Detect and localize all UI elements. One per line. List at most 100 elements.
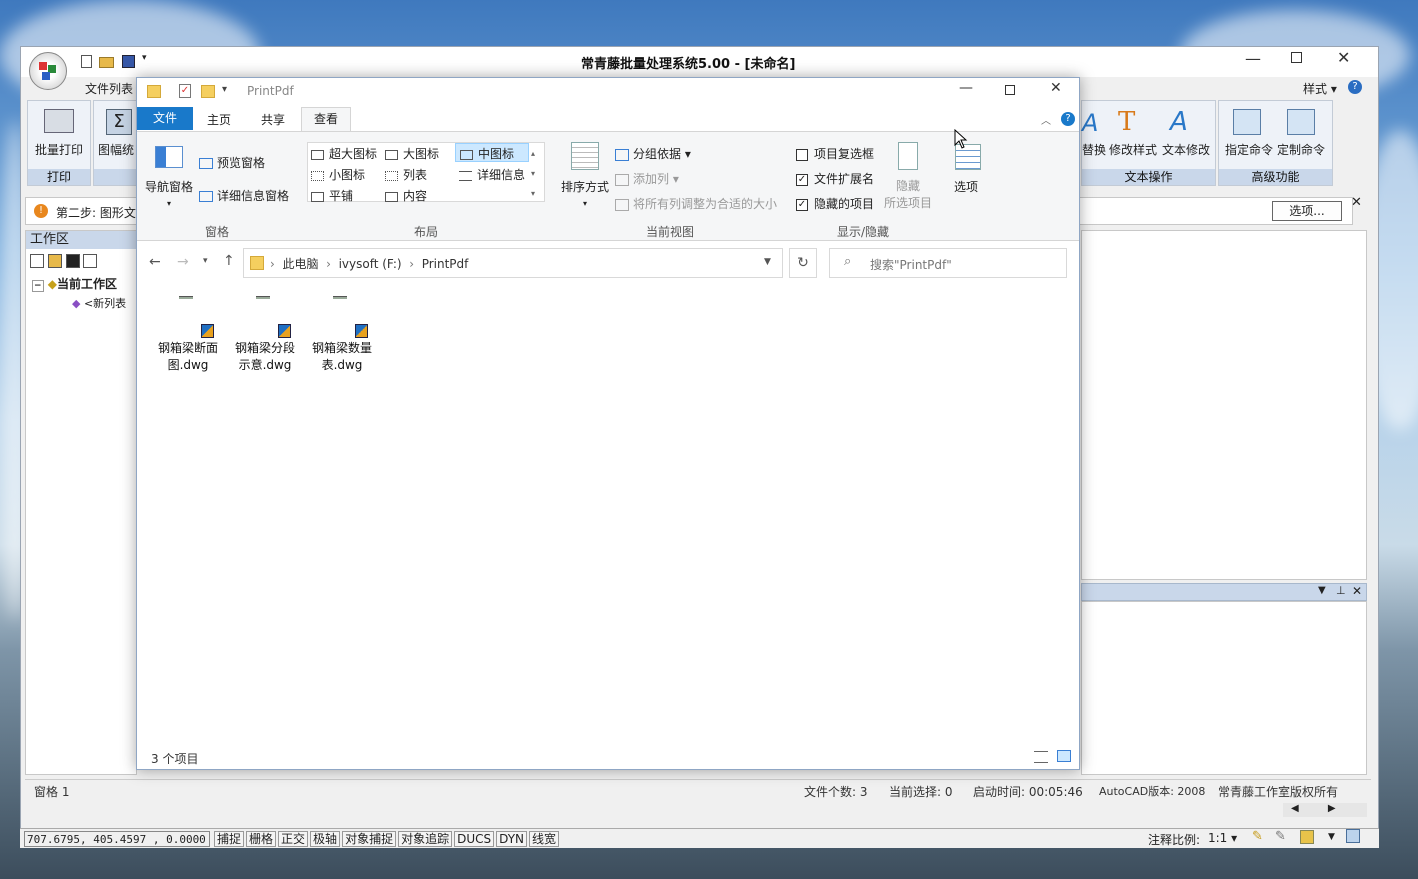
toggle-0[interactable]: 捕捉 [214,831,245,847]
pin-icon[interactable]: ⊥ [1336,584,1346,597]
horizontal-scrollbar[interactable]: ◀ ▶ [1283,803,1367,817]
custom-command-button[interactable]: 定制命令 [1277,141,1325,158]
menu-file-list[interactable]: 文件列表 [85,80,133,97]
explorer-help-icon[interactable]: ? [1061,112,1075,126]
file-extensions-checkbox[interactable]: ✓ [796,173,808,186]
open-folder-icon[interactable] [99,57,114,68]
assign-command-button[interactable]: 指定命令 [1225,141,1273,158]
back-icon[interactable]: ← [149,254,161,270]
large-icons-view-icon[interactable] [1057,750,1071,762]
explorer-close-icon[interactable]: ✕ [1050,80,1062,96]
explorer-minimize-icon[interactable]: — [959,80,973,96]
layout-item-tiles[interactable]: 平铺 [311,187,353,204]
toggle-5[interactable]: 对象追踪 [398,831,453,847]
open-list-icon[interactable] [47,253,62,268]
layout-item-extra-large[interactable]: 超大图标 [311,145,377,162]
layout-item-details[interactable]: 详细信息 [459,166,525,183]
save-list-icon[interactable] [65,253,80,268]
panel-close-icon[interactable]: ✕ [1352,584,1362,598]
minimize-icon[interactable]: — [1245,49,1261,68]
tab-share[interactable]: 共享 [261,111,285,128]
tab-home[interactable]: 主页 [207,111,231,128]
text-modify-button[interactable]: 文本修改 [1162,141,1210,158]
search-box[interactable]: ⌕ 搜索"PrintPdf" [829,248,1067,278]
hidden-items-toggle[interactable]: ✓ 隐藏的项目 [796,195,874,212]
tree-collapse-icon[interactable]: − [32,280,44,292]
folder-options-button[interactable]: 选项 [954,178,978,195]
nav-pane-button[interactable]: 导航窗格 ▾ [145,178,193,209]
app-logo-icon[interactable] [29,52,67,90]
search-input[interactable]: 搜索"PrintPdf" [870,256,952,273]
properties-icon[interactable] [83,253,98,268]
close-icon[interactable]: ✕ [1337,48,1350,67]
address-dropdown-icon[interactable]: ▼ [764,257,771,267]
file-extensions-toggle[interactable]: ✓ 文件扩展名 [796,170,874,187]
save-icon[interactable] [122,55,135,68]
add-column-button[interactable]: 添加列 ▾ [615,170,679,187]
up-icon[interactable]: ↑ [223,253,235,269]
new-file-icon[interactable] [81,55,92,68]
auto-scale-icon[interactable]: ✎ [1275,829,1286,844]
toggle-7[interactable]: DYN [496,831,528,847]
layout-scroll[interactable]: ▴ ▾ ▾ [531,144,535,204]
item-checkboxes-checkbox[interactable] [796,148,808,161]
collapse-ribbon-icon[interactable]: ︿ [1041,112,1051,127]
annotation-visibility-icon[interactable]: ✎ [1252,829,1263,844]
clean-screen-icon[interactable] [1346,829,1360,843]
help-icon[interactable]: ? [1348,80,1362,94]
layout-item-list[interactable]: 列表 [385,166,427,183]
drawing-stat-button[interactable]: 图幅统 [98,141,134,158]
preview-pane-button[interactable]: 预览窗格 [199,154,265,171]
toggle-8[interactable]: 线宽 [529,831,560,847]
batch-print-button[interactable]: 批量打印 [30,141,88,158]
toggle-6[interactable]: DUCS [454,831,495,847]
address-bar[interactable]: › 此电脑 › ivysoft (F:) › PrintPdf ▼ [243,248,783,278]
tab-file[interactable]: 文件 [137,107,193,130]
breadcrumb-folder[interactable]: PrintPdf [422,257,469,271]
breadcrumb-drive[interactable]: ivysoft (F:) [339,257,402,271]
breadcrumb-this-pc[interactable]: 此电脑 [282,257,318,271]
details-pane-button[interactable]: 详细信息窗格 [199,187,289,204]
toggle-3[interactable]: 极轴 [310,831,341,847]
tree-root[interactable]: − ◆当前工作区 [32,275,117,292]
group-by-button[interactable]: 分组依据 ▾ [615,145,691,162]
annotation-scale-value[interactable]: 1:1 ▾ [1208,831,1237,845]
layout-item-content[interactable]: 内容 [385,187,427,204]
sort-by-button[interactable]: 排序方式 ▾ [561,178,609,209]
hide-selected-button[interactable]: 隐藏 所选项目 [884,178,932,212]
file-item[interactable]: 钢箱梁分段 示意.dwg [228,288,302,374]
replace-button[interactable]: 替换 [1082,141,1106,158]
lock-icon[interactable] [1300,830,1314,844]
details-view-icon[interactable] [1034,751,1048,763]
maximize-icon[interactable] [1291,52,1302,63]
scroll-left-icon[interactable]: ◀ [1291,803,1299,814]
options-button[interactable]: 选项... [1272,201,1342,221]
file-item[interactable]: 钢箱梁断面 图.dwg [151,288,225,374]
scroll-right-icon[interactable]: ▶ [1328,803,1336,814]
item-checkboxes-toggle[interactable]: 项目复选框 [796,145,874,162]
toggle-1[interactable]: 栅格 [246,831,277,847]
fit-columns-button[interactable]: 将所有列调整为合适的大小 [615,195,777,212]
modify-style-button[interactable]: 修改样式 [1109,141,1157,158]
toggle-2[interactable]: 正交 [278,831,309,847]
layout-item-medium[interactable]: 中图标 [455,143,529,162]
panel-dropdown-icon[interactable]: ▼ [1318,585,1326,596]
layout-item-large[interactable]: 大图标 [385,145,439,162]
recent-dropdown-icon[interactable]: ▾ [203,256,208,266]
tray-dropdown-icon[interactable]: ▼ [1328,832,1335,842]
refresh-button[interactable]: ↻ [789,248,817,278]
tree-child[interactable]: ◆ <新列表 [72,295,126,311]
step-bar-close-icon[interactable]: ✕ [1351,195,1362,210]
tab-view[interactable]: 查看 [301,107,351,132]
layout-item-small[interactable]: 小图标 [311,166,365,183]
hidden-items-checkbox[interactable]: ✓ [796,198,808,211]
quick-access-dropdown-icon[interactable]: ▾ [142,53,147,63]
new-list-icon[interactable] [30,253,44,268]
forward-icon[interactable]: → [177,254,189,270]
explorer-maximize-icon[interactable] [1005,85,1015,95]
file-item[interactable]: 钢箱梁数量 表.dwg [305,288,379,374]
toggle-4[interactable]: 对象捕捉 [342,831,397,847]
properties-check-icon[interactable]: ✓ [179,84,191,98]
new-folder-icon[interactable] [201,85,215,98]
style-menu[interactable]: 样式 ▾ [1303,80,1337,97]
